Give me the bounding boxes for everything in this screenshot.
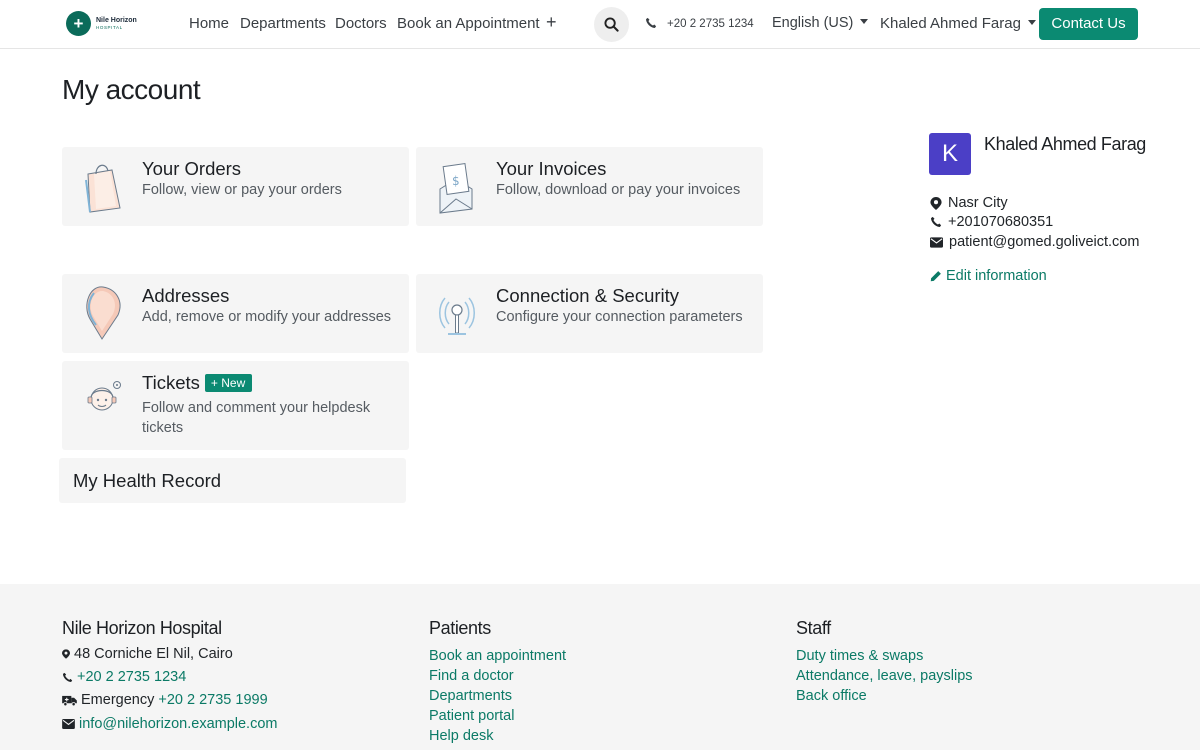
footer-patients-links: Book an appointment Find a doctor Depart…	[429, 646, 566, 746]
plus-icon: +	[210, 376, 222, 390]
shopping-bag-icon	[85, 164, 121, 213]
search-button[interactable]	[594, 7, 629, 42]
card-description: Add, remove or modify your addresses	[142, 309, 392, 325]
language-label: English (US)	[772, 15, 854, 31]
edit-information-link[interactable]: Edit information	[930, 268, 1047, 284]
footer-hospital-title: Nile Horizon Hospital	[62, 618, 222, 638]
footer-link-book-appointment[interactable]: Book an appointment	[429, 646, 566, 666]
profile-phone-row: +201070680351	[930, 214, 1053, 230]
footer-link-attendance[interactable]: Attendance, leave, payslips	[796, 666, 973, 686]
nav-more-plus-icon[interactable]: +	[546, 12, 557, 33]
logo-name: Nile Horizon	[96, 16, 137, 24]
user-menu-dropdown[interactable]: Khaled Ahmed Farag	[880, 15, 1036, 32]
contact-us-button[interactable]: Contact Us	[1039, 8, 1138, 40]
footer-staff-title: Staff	[796, 618, 831, 638]
footer-emergency-row: Emergency +20 2 2735 1999	[62, 692, 268, 708]
card-description: Follow, view or pay your orders	[142, 182, 342, 198]
search-icon	[604, 17, 619, 32]
profile-city: Nasr City	[948, 195, 1008, 211]
card-description: Follow, download or pay your invoices	[496, 182, 741, 198]
phone-icon	[646, 17, 657, 28]
map-marker-icon	[930, 196, 942, 210]
card-your-invoices[interactable]: $ Your Invoices Follow, download or pay …	[416, 147, 763, 226]
card-title: Connection & Security	[496, 285, 680, 306]
footer-phone-row: +20 2 2735 1234	[62, 669, 186, 685]
ambulance-icon	[62, 695, 77, 706]
phone-icon	[62, 672, 73, 682]
edit-information-label: Edit information	[946, 268, 1047, 284]
top-navbar: + Nile Horizon HOSPITAL Home Departments…	[0, 0, 1200, 49]
footer-phone-link[interactable]: +20 2 2735 1234	[77, 669, 186, 685]
profile-city-row: Nasr City	[930, 195, 1008, 211]
nav-departments[interactable]: Departments	[240, 15, 326, 32]
footer-link-departments[interactable]: Departments	[429, 686, 566, 706]
profile-name: Khaled Ahmed Farag	[984, 134, 1146, 154]
profile-email-row: patient@gomed.goliveict.com	[930, 234, 1139, 250]
header-phone-link[interactable]: +20 2 2735 1234	[667, 18, 754, 30]
language-selector[interactable]: English (US)	[772, 15, 869, 31]
map-marker-icon	[62, 649, 70, 659]
new-ticket-label: New	[221, 376, 246, 390]
nav-book-appointment[interactable]: Book an Appointment	[397, 15, 540, 32]
map-pin-icon	[86, 286, 121, 340]
card-description: Configure your connection parameters	[496, 309, 743, 325]
nav-home[interactable]: Home	[189, 15, 229, 32]
card-addresses[interactable]: Addresses Add, remove or modify your add…	[62, 274, 409, 353]
profile-email: patient@gomed.goliveict.com	[949, 234, 1140, 250]
footer-staff-links: Duty times & swaps Attendance, leave, pa…	[796, 646, 973, 706]
card-tickets[interactable]: Tickets + New Follow and comment your hel…	[62, 361, 409, 450]
footer-link-patient-portal[interactable]: Patient portal	[429, 706, 566, 726]
user-menu-label: Khaled Ahmed Farag	[880, 15, 1021, 32]
invoice-envelope-icon: $	[439, 163, 473, 214]
envelope-icon	[62, 719, 75, 729]
card-title: My Health Record	[73, 470, 222, 491]
site-footer: Nile Horizon Hospital 48 Corniche El Nil…	[0, 584, 1200, 750]
card-description: Follow and comment your helpdesk tickets	[142, 400, 371, 436]
chevron-down-icon	[1027, 20, 1036, 26]
footer-link-back-office[interactable]: Back office	[796, 686, 973, 706]
card-title: Tickets	[142, 372, 200, 393]
chevron-down-icon	[860, 19, 869, 25]
card-your-orders[interactable]: Your Orders Follow, view or pay your ord…	[62, 147, 409, 226]
card-title: Your Orders	[142, 158, 242, 179]
wireless-antenna-icon	[439, 297, 475, 335]
footer-email-link[interactable]: info@nilehorizon.example.com	[79, 716, 277, 732]
logo-subtitle: HOSPITAL	[96, 24, 123, 30]
helpdesk-agent-icon	[87, 381, 121, 411]
card-title: Addresses	[142, 285, 230, 306]
page-title: My account	[62, 74, 201, 105]
card-title: Your Invoices	[496, 158, 607, 179]
footer-link-find-doctor[interactable]: Find a doctor	[429, 666, 566, 686]
avatar: K	[929, 133, 971, 175]
nav-doctors[interactable]: Doctors	[335, 15, 387, 32]
svg-text:$: $	[452, 174, 460, 188]
footer-link-duty-times[interactable]: Duty times & swaps	[796, 646, 973, 666]
phone-icon	[931, 216, 942, 227]
pencil-icon	[930, 271, 941, 282]
logo-cross-icon: +	[66, 11, 91, 36]
card-my-health-record[interactable]: My Health Record	[59, 458, 406, 503]
card-title-row: Tickets + New	[142, 372, 253, 394]
card-connection-security[interactable]: Connection & Security Configure your con…	[416, 274, 763, 353]
envelope-icon	[930, 236, 943, 248]
profile-phone: +201070680351	[948, 214, 1054, 230]
hospital-logo[interactable]: + Nile Horizon HOSPITAL	[66, 11, 137, 36]
new-ticket-badge[interactable]: + New	[204, 374, 253, 392]
footer-address: 48 Corniche El Nil, Cairo	[74, 646, 233, 662]
footer-patients-title: Patients	[429, 618, 491, 638]
footer-emergency-phone-link[interactable]: +20 2 2735 1999	[158, 692, 267, 708]
footer-emergency-label: Emergency	[81, 692, 155, 708]
footer-link-help-desk[interactable]: Help desk	[429, 726, 566, 746]
footer-address-row: 48 Corniche El Nil, Cairo	[62, 646, 233, 662]
footer-email-row: info@nilehorizon.example.com	[62, 716, 277, 732]
